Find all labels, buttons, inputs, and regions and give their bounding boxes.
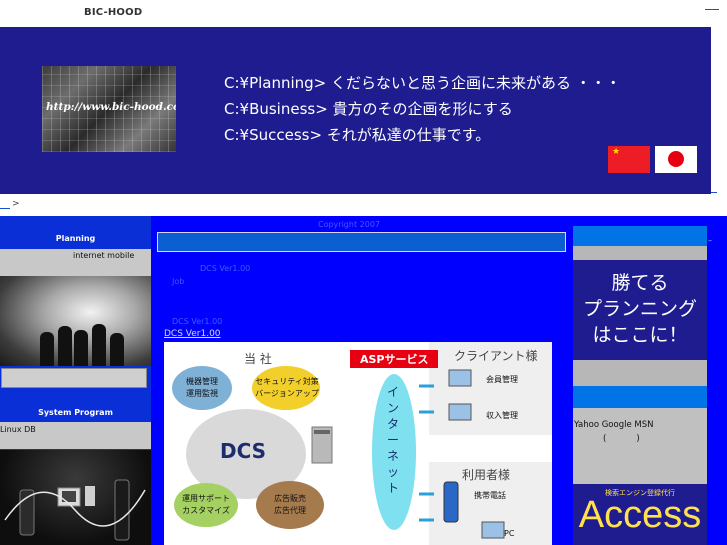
japan-flag-icon[interactable] — [655, 146, 697, 173]
bubble-security: セキュリティ対策 バージョンアップ — [255, 377, 319, 398]
sidebar-input[interactable] — [1, 368, 147, 388]
dcs-version-link[interactable]: DCS Ver1.00 — [164, 329, 221, 339]
diagram-dcs-label: DCS — [220, 439, 267, 463]
system-sub-label[interactable]: Linux DB — [0, 425, 36, 434]
diagram-asp-label: ASPサービス — [360, 353, 429, 366]
brand-name[interactable]: BIC-HOOD — [84, 7, 142, 18]
business-people-photo — [0, 276, 151, 366]
tagline-business: C:¥Business> 貴方のその企画を形にする — [224, 100, 513, 118]
planning-subnav: internet mobile — [0, 249, 151, 276]
planning-ad-banner[interactable]: 勝てる プランニング はここに！ — [573, 260, 707, 360]
right-edge-link[interactable]: – — [708, 236, 712, 245]
right-grey-bar-1 — [573, 246, 707, 260]
right-top-bar — [573, 226, 707, 246]
dcs-service-diagram: 当 社 ASPサービス クライアント様 利用者様 インターネット DCS 機器管… — [164, 342, 552, 545]
right-blue-bar — [573, 386, 707, 408]
ad-line-2: プランニング — [582, 298, 697, 320]
banner-city-image: http://www.bic-hood.com/ — [42, 66, 176, 152]
tagline-success: C:¥Success> それが私達の仕事です。 — [224, 126, 491, 144]
access-ad-banner[interactable]: 検索エンジン登録代行 Access — [573, 484, 707, 545]
right-grey-bar-2 — [573, 360, 707, 386]
dcs-version-text-2: DCS Ver1.00 — [172, 317, 223, 326]
copyright-text: Copyright 2007 — [318, 220, 380, 229]
diagram-client-label: クライアント様 — [454, 349, 538, 363]
search-engines-text: Yahoo Google MSN — [574, 420, 654, 430]
dcs-version-text-1: DCS Ver1.00 — [200, 264, 251, 273]
access-big-text: Access — [578, 494, 702, 536]
banner-edge-link[interactable] — [711, 192, 717, 193]
system-subnav: Linux DB — [0, 422, 151, 449]
pc-label: PC — [504, 529, 515, 538]
dcs-job-text: Job — [172, 277, 185, 286]
breadcrumb-separator: > — [12, 199, 20, 209]
ad-line-3: はここに！ — [592, 324, 688, 346]
diagram-user-label: 利用者様 — [462, 468, 511, 482]
bubble-support: 運用サポート カスタマイズ — [182, 494, 230, 515]
bubble-equipment: 機器管理 運用監視 — [186, 377, 218, 398]
tagline-planning: C:¥Planning> くだらないと思う企画に未来がある ・・・ — [224, 74, 621, 92]
planning-ad-text: 勝てる プランニング はここに！ — [573, 270, 707, 348]
china-flag-icon[interactable]: ★ — [608, 146, 650, 173]
planning-heading[interactable]: Planning — [0, 234, 151, 243]
search-engines-paren: () — [603, 434, 670, 444]
top-link-underline[interactable] — [705, 9, 719, 10]
member-mgmt-label: 会員管理 — [486, 375, 518, 384]
diagram-internet-label: インターネット — [387, 385, 400, 495]
paren-close: ) — [636, 434, 670, 444]
breadcrumb-home-link[interactable] — [0, 208, 10, 209]
banner-url-text: http://www.bic-hood.com/ — [46, 101, 176, 113]
income-mgmt-label: 収入管理 — [486, 411, 518, 420]
system-program-heading[interactable]: System Program — [0, 408, 151, 417]
planning-sub-label[interactable]: internet mobile — [73, 251, 134, 260]
bubble-ads: 広告販売 広告代理 — [274, 494, 306, 515]
diagram-company-label: 当 社 — [244, 352, 272, 366]
ad-line-1: 勝てる — [611, 272, 669, 294]
paren-open: ( — [603, 434, 637, 444]
devices-photo — [0, 450, 151, 545]
mobile-label: 携帯電話 — [474, 491, 506, 500]
center-search-field[interactable] — [157, 232, 566, 252]
